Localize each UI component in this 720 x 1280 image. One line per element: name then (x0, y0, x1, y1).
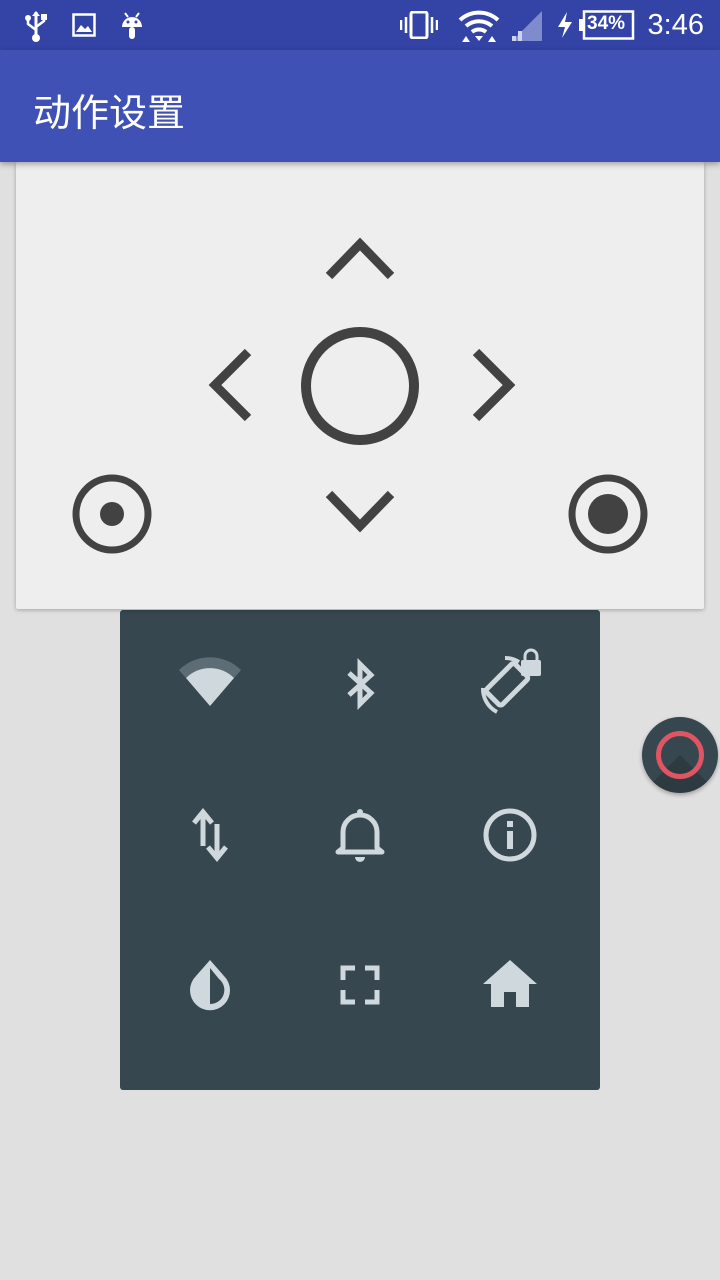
invert-colors-icon (190, 960, 230, 1011)
right-target-button[interactable] (567, 473, 649, 555)
tile-rotation-lock[interactable] (435, 610, 585, 760)
charging-icon (558, 12, 572, 38)
dpad-card (16, 162, 704, 609)
usb-icon (25, 11, 47, 42)
chevron-left-icon (208, 348, 252, 422)
status-bar: 34% 3:46 (0, 0, 720, 50)
signal-icon (512, 11, 542, 41)
tile-mobile-data[interactable] (135, 760, 285, 910)
left-target-button[interactable] (71, 473, 153, 555)
tile-notifications[interactable] (285, 760, 435, 910)
tile-bluetooth[interactable] (285, 610, 435, 760)
page-title: 动作设置 (33, 91, 186, 135)
wifi-icon (179, 657, 241, 706)
circle-icon (301, 327, 419, 445)
tile-fullscreen[interactable] (285, 910, 435, 1060)
image-icon (72, 13, 96, 37)
tile-invert-colors[interactable] (135, 910, 285, 1060)
wifi-icon (458, 10, 500, 42)
dot-small-icon (100, 502, 124, 526)
tile-info[interactable] (435, 760, 585, 910)
data-arrows-icon (192, 808, 228, 862)
dot-large-icon (588, 494, 628, 534)
dpad-down-button[interactable] (320, 480, 400, 542)
quick-settings-panel (120, 610, 600, 1090)
tile-home[interactable] (435, 910, 585, 1060)
bluetooth-icon (347, 657, 375, 711)
vibrate-icon (400, 11, 438, 39)
status-time: 3:46 (647, 9, 704, 41)
chevron-right-icon (472, 348, 516, 422)
fullscreen-icon (340, 965, 380, 1005)
floating-action-button[interactable] (642, 717, 718, 793)
dpad-center-button[interactable] (296, 322, 424, 450)
dpad-left-button[interactable] (198, 345, 268, 425)
chevron-up-icon (325, 237, 395, 280)
chevron-down-icon (325, 490, 395, 533)
tile-wifi[interactable] (135, 610, 285, 760)
screen-rotation-lock-icon (481, 648, 541, 714)
android-icon (122, 12, 142, 39)
dpad-up-button[interactable] (320, 228, 400, 288)
app-bar: 动作设置 (0, 50, 720, 162)
bell-icon (335, 809, 385, 862)
dpad-right-button[interactable] (456, 345, 526, 425)
ring-icon (656, 731, 704, 779)
battery-percent: 34% (587, 13, 626, 34)
info-icon (483, 808, 537, 862)
home-icon (483, 960, 537, 1007)
